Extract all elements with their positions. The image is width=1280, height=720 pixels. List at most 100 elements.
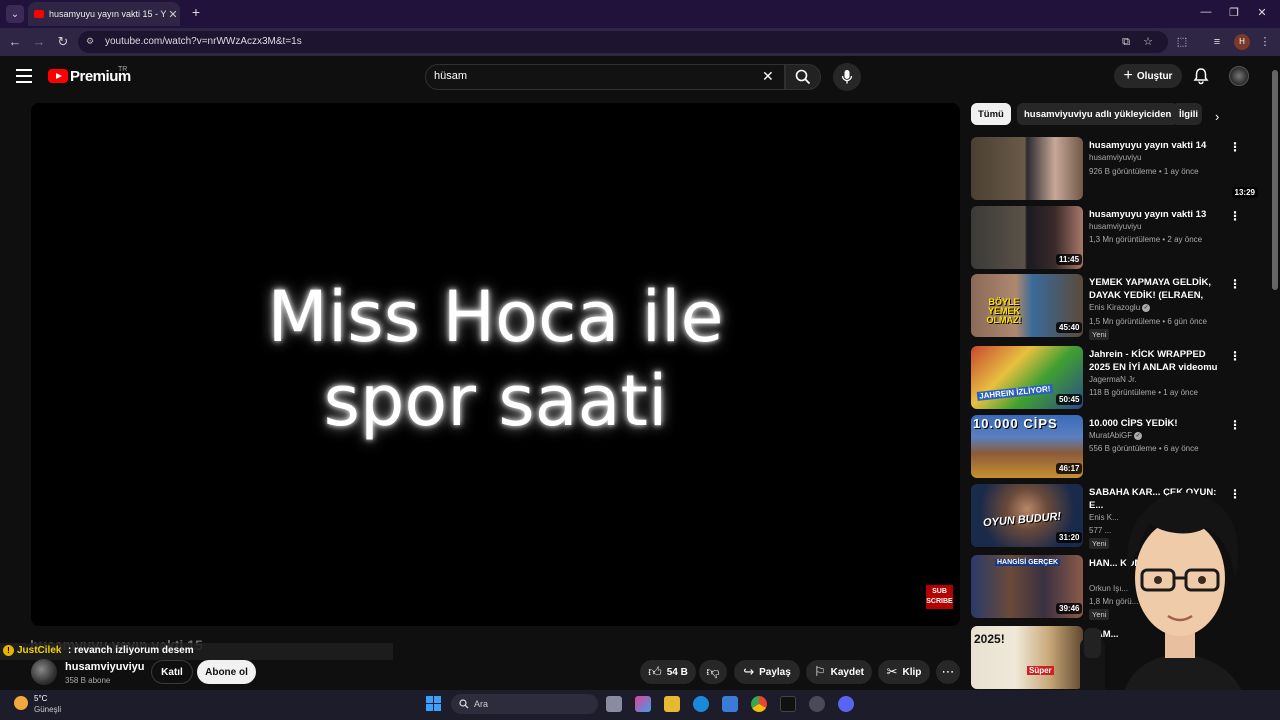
create-button[interactable]: + Oluştur bbox=[1114, 64, 1182, 88]
search-button[interactable] bbox=[785, 64, 821, 90]
search-query[interactable]: hüsam bbox=[434, 70, 467, 82]
tab-search-chevron-icon[interactable]: ⌄ bbox=[6, 5, 24, 23]
taskbar-search-placeholder[interactable]: Ara bbox=[474, 699, 488, 709]
video-duration: 13:29 bbox=[1231, 187, 1258, 198]
more-vertical-icon[interactable]: ⋮ bbox=[1229, 140, 1241, 154]
back-icon[interactable]: ← bbox=[7, 34, 23, 50]
chip-related[interactable]: İlgili bbox=[1172, 103, 1202, 125]
bookmark-star-icon[interactable]: ☆ bbox=[1141, 35, 1155, 49]
voice-search-button[interactable] bbox=[833, 63, 861, 91]
video-overlay-line2: spor saati bbox=[323, 360, 668, 442]
more-vertical-icon[interactable]: ⋮ bbox=[1229, 349, 1241, 363]
save-button[interactable]: ⚐ Kaydet bbox=[806, 660, 872, 684]
scissors-icon: ✂ bbox=[886, 664, 898, 679]
close-window-icon[interactable]: ✕ bbox=[1252, 6, 1272, 22]
chrome-icon[interactable] bbox=[751, 696, 767, 712]
video-duration: 46:17 bbox=[1056, 463, 1083, 474]
video-title[interactable]: Jahrein - KİCK WRAPPED 2025 EN İYİ ANLAR… bbox=[1089, 348, 1227, 374]
video-thumbnail[interactable]: 2025! Süper bbox=[971, 626, 1083, 689]
browser-profile-avatar[interactable]: H bbox=[1234, 34, 1250, 50]
menu-icon[interactable] bbox=[16, 69, 32, 83]
clip-button[interactable]: ✂ Klip bbox=[878, 660, 930, 684]
store-icon[interactable] bbox=[722, 696, 738, 712]
video-duration: 11:45 bbox=[1056, 254, 1083, 265]
tab-close-icon[interactable]: ✕ bbox=[166, 8, 180, 21]
taskbar-search-icon bbox=[459, 699, 469, 709]
url-text[interactable]: youtube.com/watch?v=nrWWzAczx3M&t=1s bbox=[105, 36, 302, 47]
chip-from-uploader[interactable]: husamviyuviyu adlı yükleyiciden bbox=[1017, 103, 1179, 125]
weather-temperature[interactable]: 5°C bbox=[34, 694, 47, 703]
share-button[interactable]: ↪ Paylaş bbox=[734, 660, 800, 684]
channel-name[interactable]: husamviyuviyu bbox=[1089, 222, 1141, 231]
video-title[interactable]: YEMEK YAPMAYA GELDİK, DAYAK YEDİK! (ELRA… bbox=[1089, 276, 1227, 302]
account-avatar[interactable] bbox=[1229, 66, 1249, 86]
discord-icon[interactable] bbox=[838, 696, 854, 712]
scrollbar-thumb[interactable] bbox=[1272, 70, 1278, 290]
site-info-icon[interactable]: ⚙ bbox=[86, 36, 98, 48]
warning-icon: ! bbox=[3, 645, 14, 656]
video-duration: 50:45 bbox=[1056, 394, 1083, 405]
channel-name[interactable]: JagermaN Jr. bbox=[1089, 375, 1137, 384]
new-tab-icon[interactable]: + bbox=[188, 4, 204, 22]
file-explorer-icon[interactable] bbox=[664, 696, 680, 712]
plus-icon: + bbox=[1123, 67, 1133, 84]
youtube-favicon-icon bbox=[34, 10, 44, 18]
tradingview-icon[interactable] bbox=[780, 696, 796, 712]
more-vertical-icon[interactable]: ⋮ bbox=[1229, 277, 1241, 291]
thumbnail-text: OYUN BUDUR! bbox=[982, 510, 1062, 530]
thumbnail-text: BÖYLE YEMEK OLMAZ! bbox=[986, 297, 1022, 325]
copilot-icon[interactable] bbox=[635, 696, 651, 712]
weather-description[interactable]: Güneşli bbox=[34, 705, 61, 714]
like-button[interactable]: 👍︎ 54 B bbox=[640, 660, 696, 684]
install-app-icon[interactable]: ⧉ bbox=[1119, 35, 1133, 49]
weather-sun-icon[interactable] bbox=[14, 696, 28, 710]
video-title[interactable]: 10.000 CİPS YEDİK! bbox=[1089, 417, 1227, 430]
browser-tab[interactable]: husamyuyu yayın vakti 15 - You ✕ bbox=[28, 2, 180, 26]
recommendation-item[interactable]: 11:45 husamyuyu yayın vakti 13 husamviyu… bbox=[971, 206, 1261, 270]
share-label: Paylaş bbox=[759, 666, 791, 678]
more-vertical-icon[interactable]: ⋮ bbox=[1229, 418, 1241, 432]
app-icon[interactable] bbox=[809, 696, 825, 712]
thumbnail-text-2: Süper bbox=[1027, 666, 1054, 675]
subscribe-button[interactable]: Abone ol bbox=[197, 660, 256, 684]
reading-list-icon[interactable]: ≡ bbox=[1210, 35, 1224, 49]
video-duration: 45:40 bbox=[1056, 322, 1083, 333]
extensions-icon[interactable]: ⬚ bbox=[1175, 35, 1189, 49]
bookmark-icon: ⚐ bbox=[813, 664, 826, 679]
windows-start-icon[interactable] bbox=[426, 696, 442, 712]
sub-badge-line1: SUB bbox=[932, 588, 947, 595]
browser-menu-icon[interactable]: ⋮ bbox=[1258, 35, 1272, 49]
clear-search-icon[interactable]: ✕ bbox=[762, 68, 774, 85]
recommendation-item[interactable]: JAHREIN İZLİYOR! 50:45 Jahrein - KİCK WR… bbox=[971, 346, 1261, 410]
channel-name[interactable]: husamviyuviyu bbox=[1089, 153, 1141, 162]
channel-name[interactable]: Enis Kirazoglu ✓ bbox=[1089, 303, 1151, 312]
forward-icon[interactable]: → bbox=[31, 34, 47, 50]
subscribe-watermark[interactable]: SUB SCRIBE bbox=[926, 585, 953, 609]
streamer-webcam-overlay bbox=[1080, 492, 1250, 720]
join-button[interactable]: Katıl bbox=[151, 660, 193, 684]
chip-all[interactable]: Tümü bbox=[971, 103, 1011, 125]
chevron-right-icon[interactable]: › bbox=[1215, 109, 1219, 124]
task-view-icon[interactable] bbox=[606, 696, 622, 712]
channel-name[interactable]: husamviyuviyu bbox=[65, 661, 144, 673]
edge-icon[interactable] bbox=[693, 696, 709, 712]
reload-icon[interactable]: ↻ bbox=[55, 34, 71, 50]
search-input[interactable] bbox=[425, 64, 785, 90]
youtube-logo-icon[interactable] bbox=[48, 69, 68, 83]
minimize-icon[interactable]: — bbox=[1196, 6, 1216, 22]
verified-icon: ✓ bbox=[1142, 303, 1151, 312]
dislike-button[interactable]: 👎︎ bbox=[699, 660, 727, 684]
recommendation-item[interactable]: 10.000 CİPS 46:17 10.000 CİPS YEDİK! Mur… bbox=[971, 415, 1261, 479]
video-thumbnail[interactable] bbox=[971, 137, 1083, 200]
recommendation-item[interactable]: 13:29 husamyuyu yayın vakti 14 husamviyu… bbox=[971, 137, 1261, 201]
more-vertical-icon[interactable]: ⋮ bbox=[1229, 209, 1241, 223]
video-title[interactable]: husamyuyu yayın vakti 14 bbox=[1089, 139, 1227, 152]
video-title[interactable]: husamyuyu yayın vakti 13 bbox=[1089, 208, 1227, 221]
notifications-bell-icon[interactable] bbox=[1192, 67, 1210, 85]
video-stats: 118 B görüntüleme • 1 ay önce bbox=[1089, 388, 1198, 397]
more-actions-button[interactable]: ⋯ bbox=[936, 660, 960, 684]
recommendation-item[interactable]: BÖYLE YEMEK OLMAZ! 45:40 YEMEK YAPMAYA G… bbox=[971, 274, 1261, 340]
channel-avatar[interactable] bbox=[31, 659, 57, 685]
restore-icon[interactable]: ❐ bbox=[1224, 6, 1244, 22]
channel-name[interactable]: MuratAbiGF ✓ bbox=[1089, 431, 1143, 440]
